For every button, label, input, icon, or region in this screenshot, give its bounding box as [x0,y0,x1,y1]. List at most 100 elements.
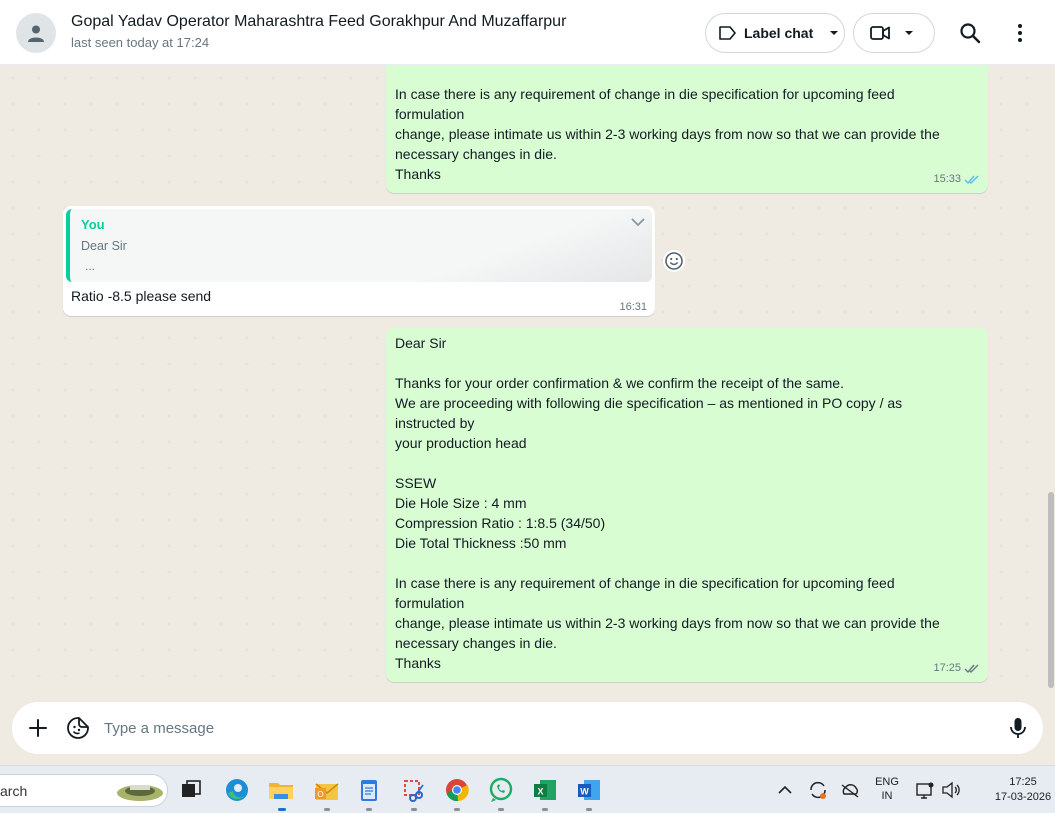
composer [12,702,1043,754]
windows-taskbar: arch O X W ENG IN 17:25 17-03-2026 [0,765,1055,813]
video-camera-icon [870,26,890,40]
video-call-button[interactable] [853,13,935,53]
outgoing-message[interactable]: Dear Sir Thanks for your order confirmati… [386,328,988,682]
person-icon [28,25,44,42]
language-indicator[interactable]: ENG IN [872,776,902,802]
label-chat-button[interactable]: Label chat [705,13,845,53]
taskbar-search-box[interactable]: arch [0,774,168,807]
sync-icon[interactable] [806,776,830,804]
message-meta: 17:25 [933,658,980,678]
message-time: 15:33 [933,173,961,185]
message-line: In case there is any requirement of chan… [395,86,895,102]
label-icon [719,26,736,40]
word-icon[interactable]: W [575,776,603,804]
message-line: formulation [395,106,465,122]
snipping-tool-icon[interactable] [400,776,428,804]
running-indicator [586,808,592,811]
chevron-down-icon [830,31,839,35]
svg-text:W: W [580,787,589,797]
taskbar-search-text: arch [0,783,28,799]
message-time: 17:25 [933,662,961,674]
network-off-icon[interactable] [838,776,862,804]
composer-area [0,693,1055,765]
incoming-message[interactable]: You Dear Sir ... Ratio -8.5 please send … [63,206,655,316]
running-indicator [366,808,372,811]
last-seen-status: last seen today at 17:24 [71,35,210,50]
message-line: necessary changes in die. [395,635,557,651]
voice-message-button[interactable] [1006,716,1030,745]
kebab-menu-icon [1018,24,1022,42]
sticker-icon [67,717,89,739]
svg-text:O: O [317,790,323,799]
message-line: Die Hole Size : 4 mm [395,495,527,511]
language-code: ENG [875,776,899,788]
notepad-icon[interactable] [355,776,383,804]
message-line: Thanks [395,655,441,671]
file-explorer-icon[interactable] [267,776,295,804]
message-line: We are proceeding with following die spe… [395,395,903,411]
search-icon [960,23,981,44]
plus-icon [29,719,47,737]
clock-date: 17-03-2026 [994,791,1052,803]
chevron-down-icon [905,31,913,35]
sticker-button[interactable] [66,716,90,745]
contact-name[interactable]: Gopal Yadav Operator Maharashtra Feed Go… [71,13,566,31]
avatar[interactable] [16,13,56,53]
volume-icon[interactable] [940,776,962,804]
scrollbar-thumb[interactable] [1048,492,1054,688]
message-line: formulation [395,595,465,611]
edge-browser-icon[interactable] [223,776,251,804]
running-indicator [498,808,504,811]
chevron-down-icon[interactable] [630,217,646,227]
message-line [395,453,979,473]
message-line [395,353,979,373]
menu-button[interactable] [1008,21,1032,45]
message-line: necessary changes in die. [395,146,557,162]
search-button[interactable] [958,21,982,45]
message-text: Ratio -8.5 please send [71,288,212,304]
quoted-more: ... [85,259,96,273]
chat-header: Gopal Yadav Operator Maharashtra Feed Go… [0,0,1055,65]
message-line: In case there is any requirement of chan… [395,575,895,591]
message-line: Compression Ratio : 1:8.5 (34/50) [395,515,606,531]
message-line [395,553,979,573]
double-check-icon [964,664,979,673]
running-indicator [324,808,330,811]
message-time: 16:31 [619,301,647,313]
message-text: Dear Sir Thanks for your order confirmati… [395,333,979,673]
task-view-icon[interactable] [177,776,205,804]
message-line: SSEW [395,475,437,491]
message-line: Dear Sir [395,335,447,351]
message-line: change, please intimate us within 2-3 wo… [395,126,940,142]
quoted-message[interactable]: You Dear Sir ... [66,209,652,282]
excel-icon[interactable]: X [531,776,559,804]
whatsapp-icon[interactable] [487,776,515,804]
microphone-icon [1010,718,1026,738]
message-line: Die Total Thickness :50 mm [395,535,567,551]
message-input[interactable] [104,715,984,741]
search-highlight-icon [117,785,163,801]
display-icon[interactable] [914,776,936,804]
clock[interactable]: 17:25 17-03-2026 [990,776,1055,803]
quoted-text: Dear Sir [81,239,127,253]
message-line: instructed by [395,415,475,431]
region-code: IN [881,790,893,802]
message-text: In case there is any requirement of chan… [395,84,979,184]
chat-area[interactable]: In case there is any requirement of chan… [0,65,1047,693]
message-meta: 15:33 [933,169,980,189]
running-indicator [411,808,417,811]
chat-scrollbar[interactable] [1047,65,1055,693]
message-line: Thanks [395,166,441,182]
running-indicator [542,808,548,811]
react-button[interactable] [662,249,686,273]
chrome-icon[interactable] [443,776,471,804]
attach-button[interactable] [26,716,50,745]
running-indicator [454,808,460,811]
outgoing-message[interactable]: In case there is any requirement of chan… [386,65,988,193]
outlook-icon[interactable]: O [313,776,341,804]
active-indicator [278,808,286,811]
svg-text:X: X [537,787,543,797]
chevron-up-icon[interactable] [775,776,795,804]
message-line: your production head [395,435,527,451]
message-line: Thanks for your order confirmation & we … [395,375,844,391]
